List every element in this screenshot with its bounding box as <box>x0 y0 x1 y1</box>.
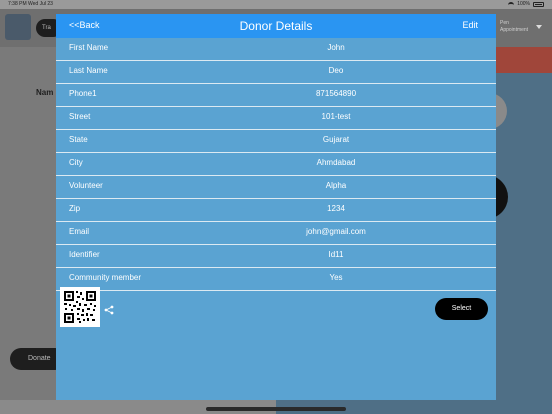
qr-code-graphic <box>60 287 100 327</box>
field-label: Community member <box>69 273 142 282</box>
field-row-community-member: Community member Yes <box>56 268 496 291</box>
field-value: Alpha <box>325 181 347 190</box>
field-value: 871564890 <box>315 89 357 98</box>
share-icon[interactable] <box>104 302 114 315</box>
chevron-down-icon <box>536 25 542 29</box>
home-indicator[interactable] <box>206 407 346 411</box>
qr-code-icon[interactable] <box>60 287 100 327</box>
background-dropdown-line1: Pen <box>500 20 509 26</box>
donor-details-modal: <<Back Donor Details Edit First Name Joh… <box>56 14 496 400</box>
background-banner <box>496 47 552 73</box>
modal-header: <<Back Donor Details Edit <box>56 14 496 38</box>
field-row-street: Street 101-test <box>56 107 496 130</box>
field-value: Gujarat <box>322 135 350 144</box>
edit-button[interactable]: Edit <box>462 20 478 30</box>
field-label: Zip <box>69 204 81 213</box>
field-value: Deo <box>328 66 344 75</box>
field-label: Street <box>69 112 91 121</box>
field-row-volunteer: Volunteer Alpha <box>56 176 496 199</box>
field-value: Yes <box>329 273 343 282</box>
field-value: John <box>327 43 345 52</box>
status-time: 7:38 PM Wed Jul 23 <box>8 1 53 7</box>
battery-icon <box>533 1 544 7</box>
field-row-state: State Gujarat <box>56 130 496 153</box>
background-dropdown-line2: Appointment <box>500 27 529 33</box>
status-bar: 7:38 PM Wed Jul 23 100% <box>0 0 552 9</box>
select-button[interactable]: Select <box>435 298 488 320</box>
background-dropdown-label: Pen Appointment <box>500 20 528 34</box>
background-name-label: Nam <box>36 88 54 97</box>
field-row-identifier: Identifier Id11 <box>56 245 496 268</box>
field-row-city: City Ahmdabad <box>56 153 496 176</box>
field-label: State <box>69 135 88 144</box>
field-label: Phone1 <box>69 89 97 98</box>
field-value: Id11 <box>328 250 344 259</box>
field-label: City <box>69 158 83 167</box>
field-row-first-name: First Name John <box>56 38 496 61</box>
field-label: Identifier <box>69 250 100 259</box>
field-row-last-name: Last Name Deo <box>56 61 496 84</box>
background-right-panel <box>496 73 552 407</box>
field-row-email: Email john@gmail.com <box>56 222 496 245</box>
status-indicators: 100% <box>508 1 544 7</box>
field-value: 1234 <box>327 204 345 213</box>
field-label: Last Name <box>69 66 108 75</box>
field-row-zip: Zip 1234 <box>56 199 496 222</box>
donor-fields-list: First Name John Last Name Deo Phone1 871… <box>56 38 496 291</box>
field-value: john@gmail.com <box>306 227 366 236</box>
battery-percent: 100% <box>517 1 530 7</box>
modal-title: Donor Details <box>239 19 313 33</box>
field-label: First Name <box>69 43 109 52</box>
field-value: Ahmdabad <box>316 158 356 167</box>
field-row-phone1: Phone1 871564890 <box>56 84 496 107</box>
app-logo <box>5 14 31 40</box>
field-label: Volunteer <box>69 181 103 190</box>
field-value: 101-test <box>321 112 351 121</box>
field-label: Email <box>69 227 90 236</box>
share-icon-graphic <box>104 305 114 315</box>
wifi-icon <box>508 2 515 6</box>
